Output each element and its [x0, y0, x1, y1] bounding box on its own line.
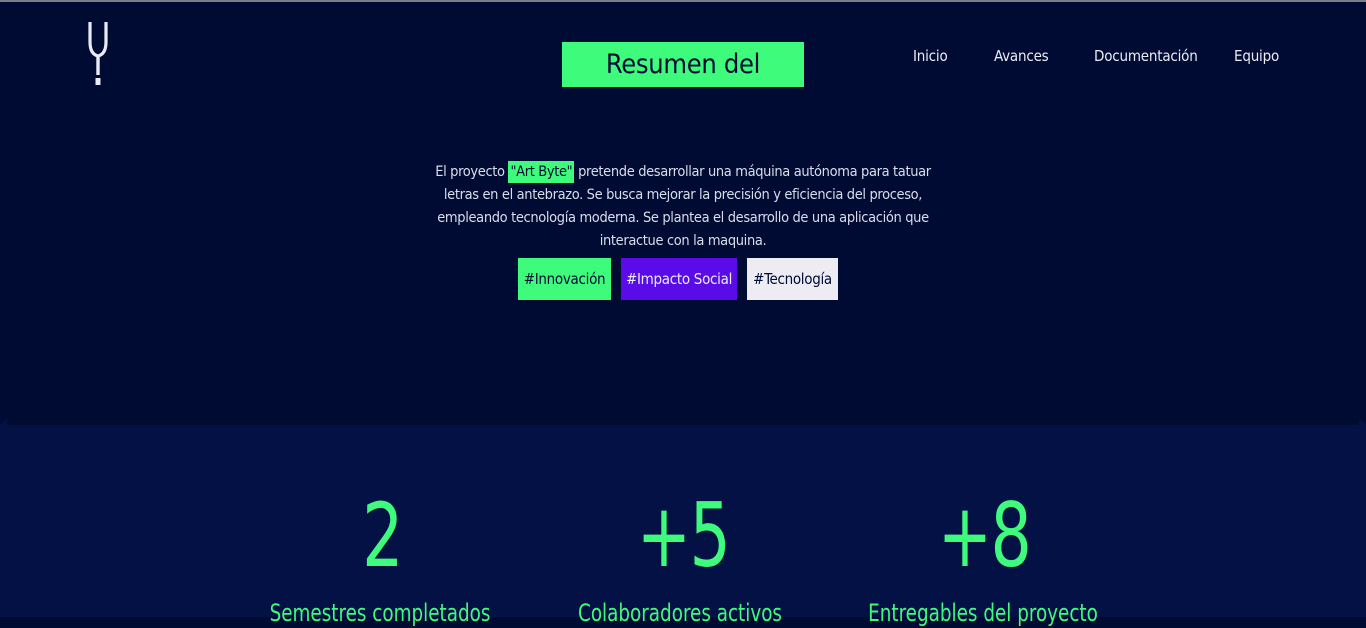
tag-impacto-social[interactable]: #Impacto Social	[621, 258, 737, 300]
stat-entregables-value: +8	[937, 484, 1032, 587]
tag-innovacion[interactable]: #Innovación	[518, 258, 611, 300]
nav-link-equipo[interactable]: Equipo	[1234, 44, 1279, 68]
project-summary: El proyecto "Art Byte" pretende desarrol…	[433, 160, 933, 253]
summary-text-start: El proyecto	[435, 163, 509, 180]
section-corner-right	[1359, 418, 1366, 425]
nav-link-avances[interactable]: Avances	[994, 44, 1049, 68]
nav-link-inicio[interactable]: Inicio	[913, 44, 948, 68]
page-title: Resumen del proyecto	[562, 42, 804, 125]
stat-colaboradores-label: Colaboradores activos	[578, 599, 782, 627]
stat-entregables-label: Entregables del proyecto	[868, 599, 1098, 627]
nav-link-documentacion[interactable]: Documentación	[1094, 44, 1198, 68]
project-name-highlight: "Art Byte"	[508, 160, 575, 183]
tag-tecnologia[interactable]: #Tecnología	[747, 258, 838, 300]
stat-colaboradores-value: +5	[636, 484, 731, 587]
tuning-fork-icon[interactable]	[86, 20, 110, 88]
stat-semestres-label: Semestres completados	[269, 599, 491, 627]
section-corner-left	[0, 418, 7, 425]
stat-semestres-value: 2	[362, 484, 403, 587]
